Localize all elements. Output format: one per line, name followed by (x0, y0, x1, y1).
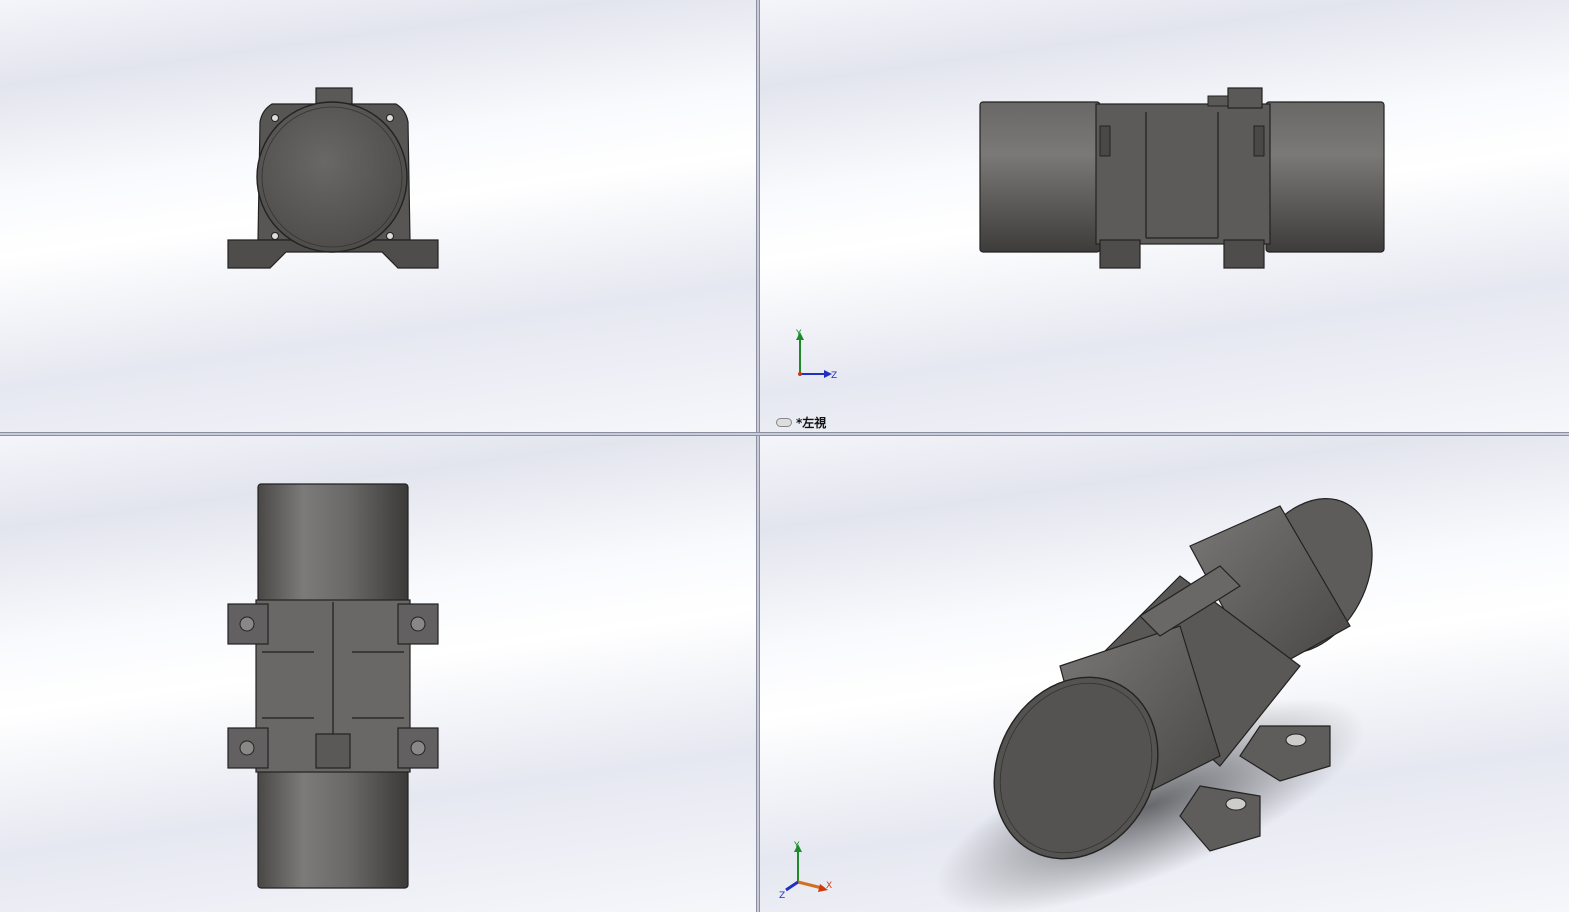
viewport-front[interactable] (0, 0, 756, 432)
coordinate-triad: Y Z (795, 329, 837, 381)
view-name-label[interactable]: *左視 (776, 414, 826, 430)
vertical-splitter[interactable] (756, 0, 760, 912)
link-views-icon[interactable] (776, 417, 792, 427)
model-front-view (227, 87, 439, 269)
axis-y-label: Y (795, 329, 802, 339)
model-top-view (227, 483, 439, 889)
view-name-text: *左視 (796, 415, 827, 430)
axis-y-label: Y (793, 841, 800, 851)
viewport-left[interactable]: Y Z *左視 (760, 0, 1569, 432)
model-isometric-view (935, 498, 1373, 912)
axis-z-label: Z (779, 891, 785, 901)
viewport-top[interactable] (0, 436, 756, 912)
coordinate-triad: Y X Z (779, 841, 832, 901)
horizontal-splitter[interactable] (0, 432, 1569, 436)
axis-x-label: X (826, 881, 832, 891)
axis-z-label: Z (831, 371, 837, 381)
viewport-isometric[interactable]: Y X Z (760, 436, 1569, 912)
